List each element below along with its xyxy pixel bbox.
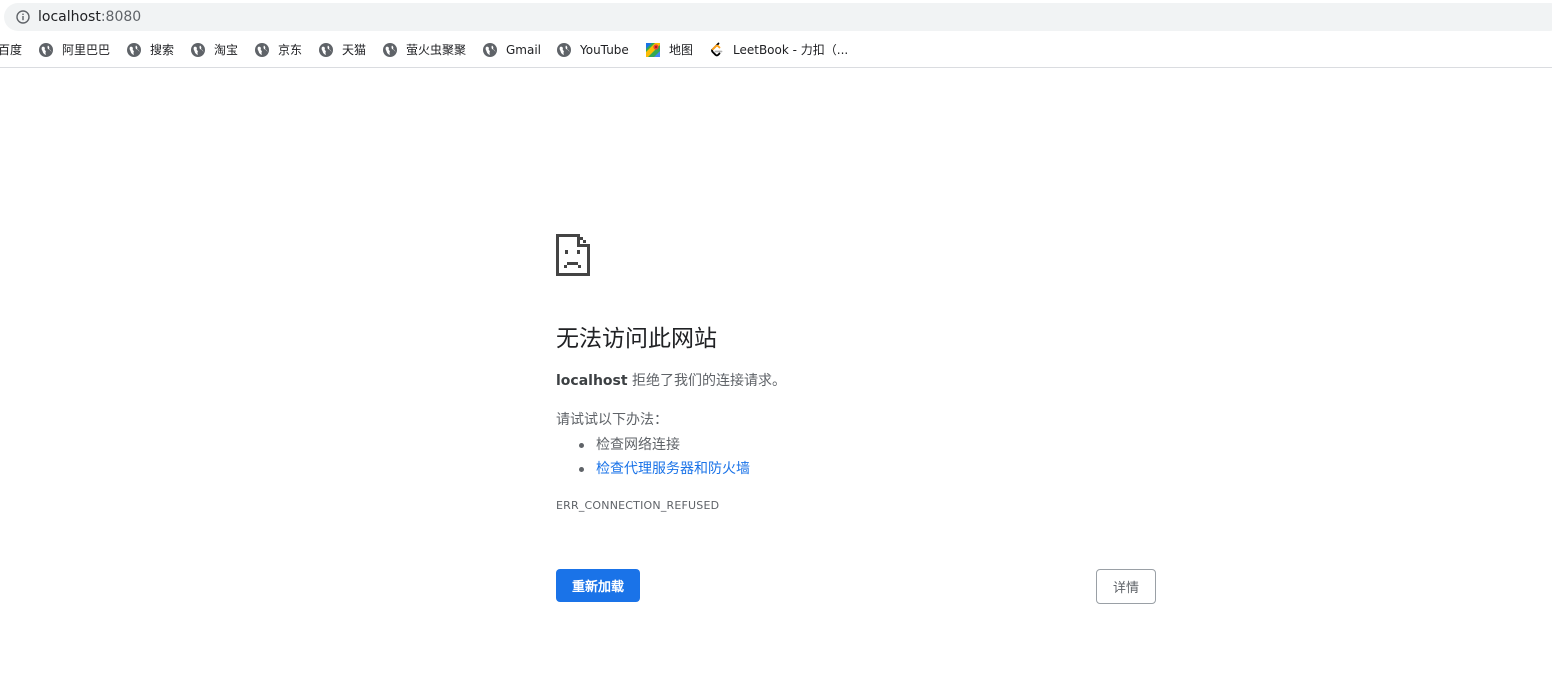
bookmark-label: 天猫 (342, 43, 367, 57)
bookmark-label: 百度 (0, 43, 23, 57)
bookmark-label: YouTube (580, 43, 629, 57)
bookmark-alibaba[interactable]: 阿里巴巴 (38, 41, 110, 59)
bookmark-jd[interactable]: 京东 (254, 41, 302, 59)
bookmark-maps[interactable]: 地图 (645, 41, 693, 59)
bookmark-label: 淘宝 (214, 43, 239, 57)
bookmark-label: 京东 (278, 43, 303, 57)
globe-icon (383, 43, 397, 57)
globe-icon (127, 43, 141, 57)
url-host: localhost (38, 9, 101, 25)
bookmark-label: 搜索 (150, 43, 175, 57)
leetcode-icon (711, 42, 723, 57)
maps-icon (646, 43, 660, 57)
bookmark-search[interactable]: 搜索 (126, 41, 174, 59)
globe-icon (255, 43, 269, 57)
info-icon[interactable] (16, 10, 30, 24)
suggestion-check-proxy: 检查代理服务器和防火墙 (556, 457, 750, 481)
sad-page-icon (556, 234, 590, 276)
error-summary-host: localhost (556, 373, 628, 389)
error-summary: localhost 拒绝了我们的连接请求。 (556, 371, 786, 391)
error-heading: 无法访问此网站 (556, 326, 717, 352)
suggestions-heading: 请试试以下办法： (556, 412, 668, 428)
bookmark-gmail[interactable]: Gmail (482, 41, 541, 59)
bookmark-label: LeetBook - 力扣（... (733, 43, 849, 57)
address-bar[interactable]: localhost:8080 (4, 3, 1552, 31)
error-summary-text: 拒绝了我们的连接请求。 (627, 373, 787, 389)
bookmark-label: 萤火虫聚聚 (406, 43, 467, 57)
details-button[interactable]: 详情 (1096, 569, 1156, 604)
bookmark-leetbook[interactable]: LeetBook - 力扣（... (709, 41, 848, 59)
globe-icon (319, 43, 333, 57)
bookmark-tmall[interactable]: 天猫 (318, 41, 366, 59)
bookmarks-bar: 百度 阿里巴巴 搜索 淘宝 京东 天猫 萤火虫聚聚 Gmail YouTube … (0, 34, 1552, 68)
address-bar-row: localhost:8080 (0, 0, 1552, 34)
bookmark-label: 地图 (669, 43, 694, 57)
check-proxy-link[interactable]: 检查代理服务器和防火墙 (596, 461, 750, 477)
suggestions-list: 检查网络连接 检查代理服务器和防火墙 (556, 433, 750, 481)
bookmark-youtube[interactable]: YouTube (556, 41, 629, 59)
globe-icon (191, 43, 205, 57)
bookmark-label: Gmail (506, 43, 542, 57)
globe-icon (39, 43, 53, 57)
globe-icon (557, 43, 571, 57)
bookmark-baidu[interactable]: 百度 (0, 41, 22, 59)
reload-button[interactable]: 重新加载 (556, 569, 640, 602)
globe-icon (483, 43, 497, 57)
suggestion-label: 检查网络连接 (596, 437, 680, 453)
error-code: ERR_CONNECTION_REFUSED (556, 499, 720, 512)
url-port: :8080 (100, 9, 142, 25)
bookmark-taobao[interactable]: 淘宝 (190, 41, 238, 59)
url-text[interactable]: localhost:8080 (38, 8, 141, 26)
bookmark-label: 阿里巴巴 (62, 43, 111, 57)
suggestion-check-network: 检查网络连接 (556, 433, 750, 457)
bookmark-firefly[interactable]: 萤火虫聚聚 (382, 41, 466, 59)
